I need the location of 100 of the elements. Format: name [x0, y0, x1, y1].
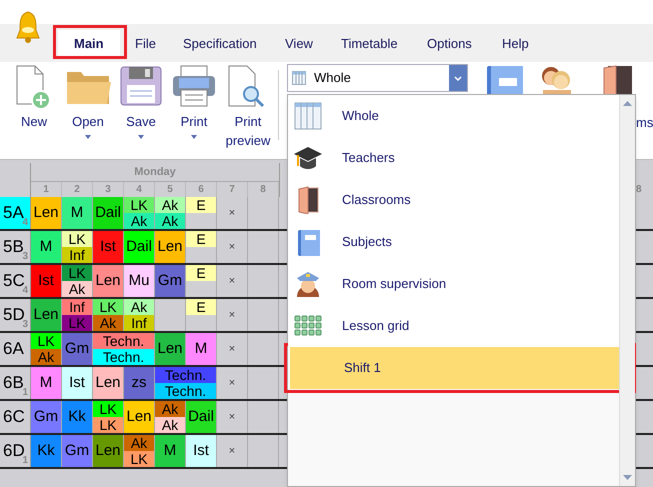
dropdown-item[interactable]: Lesson grid [288, 305, 621, 347]
lesson-card[interactable]: Kk [62, 401, 92, 433]
class-name: 5B [3, 236, 24, 256]
lesson-card[interactable]: LK [93, 401, 123, 417]
lesson-card[interactable]: Techn. [155, 383, 216, 399]
class-name: 5A [3, 202, 24, 222]
lesson-card[interactable]: E [186, 197, 216, 213]
lesson-card[interactable]: Ist [93, 231, 123, 263]
lesson-card[interactable]: LK [124, 197, 154, 213]
lesson-card[interactable]: Dail [186, 401, 216, 433]
cross-mark: × [228, 206, 236, 221]
lesson-card[interactable]: Gm [62, 435, 92, 467]
dropdown-item[interactable]: Room supervision [288, 263, 621, 305]
lesson-card[interactable]: Ak [93, 315, 123, 331]
scroll-down-icon [623, 475, 632, 480]
menu-tab[interactable]: Main [58, 30, 120, 58]
class-name: 6D [3, 440, 25, 460]
lesson-card[interactable]: Len [155, 333, 185, 365]
lesson-card[interactable]: Ak [155, 401, 185, 417]
scrollbar[interactable] [619, 95, 635, 486]
lesson-card[interactable]: Mu [124, 265, 154, 297]
ribbon-button[interactable]: Print [168, 64, 220, 139]
ribbon-button[interactable]: Print preview [226, 64, 270, 150]
class-name: 6B [3, 372, 24, 392]
lesson-card[interactable]: LK [93, 299, 123, 315]
ribbon-button[interactable]: New [14, 64, 54, 131]
lesson-card[interactable]: LK [62, 265, 92, 281]
ribbon-button[interactable]: Save [116, 64, 166, 139]
lesson-card[interactable]: Len [31, 197, 61, 229]
dropdown-item[interactable]: Whole [288, 95, 621, 137]
class-count: 4 [22, 217, 28, 230]
lesson-card[interactable]: zs [124, 367, 154, 399]
lesson-card[interactable]: Ist [31, 265, 61, 297]
lesson-card[interactable]: Len [93, 265, 123, 297]
lesson-card[interactable]: M [186, 333, 216, 365]
lesson-card[interactable]: Len [155, 231, 185, 263]
lesson-card[interactable]: E [186, 231, 216, 247]
view-combo[interactable]: Whole [287, 64, 468, 92]
menu-tab[interactable]: Options [411, 30, 488, 58]
cross-mark: × [228, 410, 236, 425]
lesson-card[interactable]: E [186, 265, 216, 281]
lesson-card[interactable]: Gm [31, 401, 61, 433]
cross-mark: × [228, 274, 236, 289]
class-count: 4 [22, 285, 28, 298]
lesson-card[interactable]: M [31, 367, 61, 399]
lesson-card[interactable]: LK [62, 231, 92, 247]
lesson-card[interactable]: LK [124, 451, 154, 467]
lesson-card[interactable]: M [31, 231, 61, 263]
dropdown-item[interactable]: Classrooms [288, 179, 621, 221]
lesson-card[interactable]: Techn. [155, 367, 216, 383]
dropdown-item[interactable]: Shift 1 [290, 347, 619, 389]
lesson-card[interactable]: Gm [155, 265, 185, 297]
lesson-card[interactable]: Ist [62, 367, 92, 399]
lesson-card[interactable]: Dail [124, 231, 154, 263]
lesson-card[interactable]: Ak [124, 213, 154, 229]
lesson-card[interactable]: Ist [186, 435, 216, 467]
lesson-card[interactable]: M [62, 197, 92, 229]
lesson-card[interactable]: Techn. [93, 333, 154, 349]
bell-logo [14, 10, 42, 44]
lesson-card[interactable]: Dail [93, 197, 123, 229]
lesson-card[interactable]: Len [93, 367, 123, 399]
class-name: 6A [3, 338, 24, 360]
lesson-card[interactable]: Inf [124, 315, 154, 331]
lesson-card[interactable]: Ak [124, 435, 154, 451]
lesson-card[interactable]: Len [93, 435, 123, 467]
lesson-card[interactable]: LK [31, 333, 61, 349]
police-figure-icon [294, 270, 322, 298]
lesson-card[interactable]: E [186, 299, 216, 315]
lesson-card[interactable]: Ak [31, 349, 61, 365]
lesson-card[interactable]: Ak [124, 299, 154, 315]
class-count: 1 [22, 455, 28, 468]
ribbon-button[interactable]: Open [62, 64, 114, 139]
period-header: 7 [217, 182, 248, 197]
day-header: Monday [31, 163, 279, 182]
lesson-card[interactable]: M [155, 435, 185, 467]
graduation-cap-icon [294, 144, 322, 172]
lesson-card[interactable]: Kk [31, 435, 61, 467]
lesson-card[interactable]: Ak [155, 213, 185, 229]
lesson-card[interactable]: Ak [62, 281, 92, 297]
lesson-card[interactable]: Inf [62, 247, 92, 263]
lesson-card[interactable]: Ak [155, 197, 185, 213]
menu-tab[interactable]: Help [486, 30, 545, 58]
lesson-card[interactable]: Len [124, 401, 154, 433]
cross-mark: × [228, 308, 236, 323]
dropdown-item[interactable]: Teachers [288, 137, 621, 179]
lesson-card[interactable]: Inf [62, 299, 92, 315]
ribbon-label: ms [636, 114, 653, 132]
lesson-card[interactable]: Gm [62, 333, 92, 365]
period-header: 8 [248, 182, 279, 197]
cross-mark: × [228, 342, 236, 357]
lesson-card[interactable]: Ak [155, 417, 185, 433]
lesson-card[interactable]: Len [31, 299, 61, 331]
class-count: 3 [22, 251, 28, 264]
caret-icon [191, 135, 197, 139]
lesson-card[interactable]: LK [93, 417, 123, 433]
class-name: 5C [3, 270, 25, 290]
lesson-card[interactable]: Techn. [93, 349, 154, 365]
period-header: 8 [636, 183, 642, 197]
dropdown-item[interactable]: Subjects [288, 221, 621, 263]
caret-icon [85, 135, 91, 139]
